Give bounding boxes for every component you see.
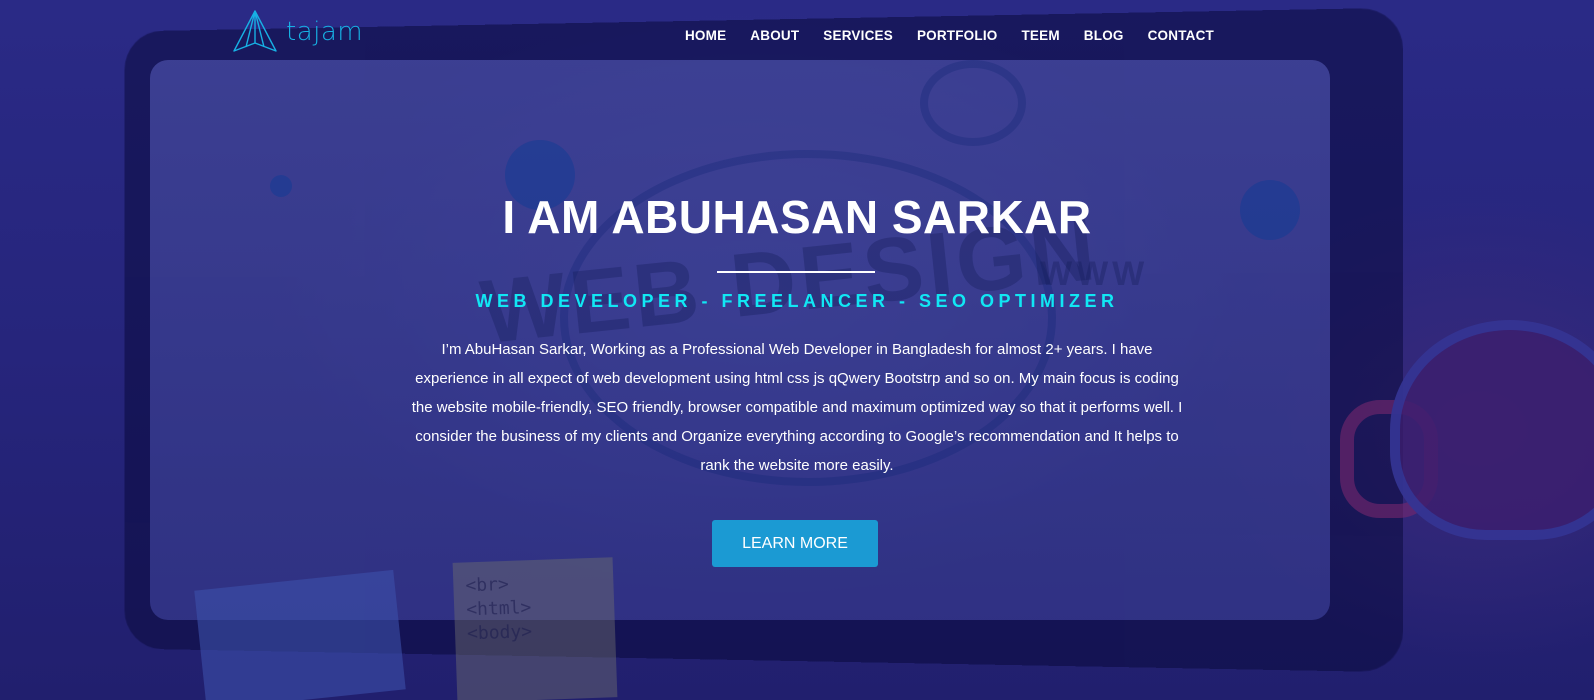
logo-text: tajam (286, 17, 363, 47)
background-coffee-mug (1390, 320, 1594, 540)
learn-more-button[interactable]: LEARN MORE (712, 520, 878, 567)
background-sticky-note: <br> <html> <body> (453, 557, 618, 700)
nav-item-about[interactable]: ABOUT (750, 28, 799, 43)
nav-item-services[interactable]: SERVICES (823, 28, 893, 43)
title-divider (717, 271, 875, 273)
sticky-note-line: <body> (467, 618, 604, 647)
nav-item-contact[interactable]: CONTACT (1148, 28, 1214, 43)
nav-item-teem[interactable]: TEEM (1021, 28, 1059, 43)
hero-description: I’m AbuHasan Sarkar, Working as a Profes… (410, 335, 1184, 480)
background-decor-word: WWW (1040, 255, 1148, 294)
site-header: tajam HOME ABOUT SERVICES PORTFOLIO TEEM… (0, 0, 1594, 72)
hero-section: WEB DESIGN WWW <br> <html> <body> tajam … (0, 0, 1594, 700)
paper-plane-icon (232, 9, 278, 55)
hero-subtitle: WEB DEVELOPER - FREELANCER - SEO OPTIMIZ… (0, 291, 1594, 312)
background-decor-circle (920, 60, 1026, 146)
main-navigation: HOME ABOUT SERVICES PORTFOLIO TEEM BLOG … (661, 28, 1214, 43)
site-logo[interactable]: tajam (232, 9, 363, 55)
nav-item-portfolio[interactable]: PORTFOLIO (917, 28, 998, 43)
nav-item-home[interactable]: HOME (685, 28, 726, 43)
background-paper-sheet (194, 570, 405, 700)
hero-title: I AM ABUHASAN SARKAR (0, 190, 1594, 244)
nav-item-blog[interactable]: BLOG (1084, 28, 1124, 43)
